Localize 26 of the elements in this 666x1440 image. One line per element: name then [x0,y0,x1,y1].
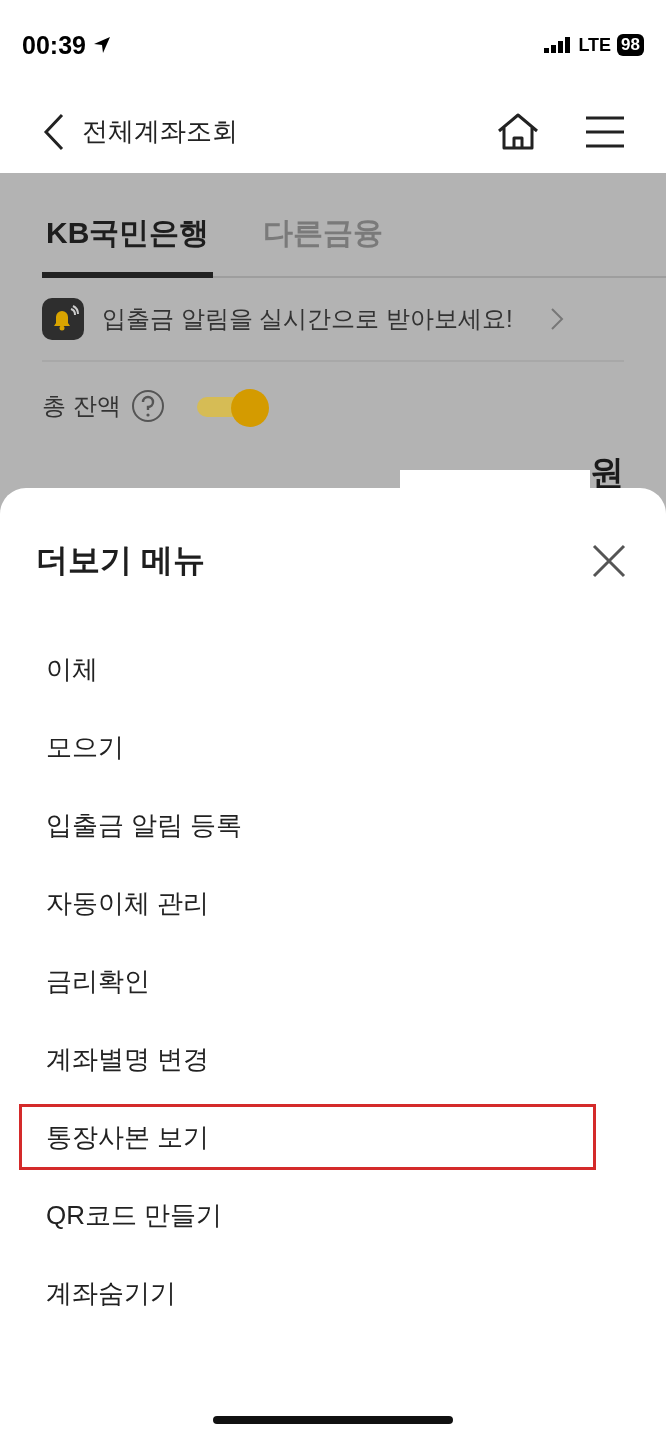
clock-time: 00:39 [22,30,86,60]
network-type: LTE [578,34,612,56]
menu-item[interactable]: 이체 [19,636,596,702]
home-icon[interactable] [496,111,540,152]
chevron-right-icon [550,307,564,331]
menu-item[interactable]: 자동이체 관리 [19,870,596,936]
back-button[interactable] [42,112,66,151]
menu-item[interactable]: 계좌별명 변경 [19,1026,596,1092]
battery-level: 98 [617,34,644,56]
tab[interactable]: KB국민은행 [42,213,214,278]
total-balance-label: 총 잔액 [42,391,121,421]
menu-item[interactable]: 계좌숨기기 [19,1260,596,1326]
menu-icon[interactable] [586,115,624,148]
signal-icon [544,37,573,53]
menu-item[interactable]: 통장사본 보기 [19,1104,596,1170]
menu-item[interactable]: 모으기 [19,714,596,780]
help-icon[interactable] [130,389,165,423]
sheet-title: 더보기 메뉴 [36,541,205,580]
notice-banner[interactable]: 입출금 알림을 실시간으로 받아보세요! [42,278,624,362]
menu-item[interactable]: 입출금 알림 등록 [19,792,596,858]
close-icon[interactable] [592,544,626,578]
notice-text: 입출금 알림을 실시간으로 받아보세요! [102,304,514,334]
bell-icon [42,298,84,340]
menu-item[interactable]: QR코드 만들기 [19,1182,596,1248]
menu-item[interactable]: 금리확인 [19,948,596,1014]
page-title: 전체계좌조회 [82,115,239,148]
